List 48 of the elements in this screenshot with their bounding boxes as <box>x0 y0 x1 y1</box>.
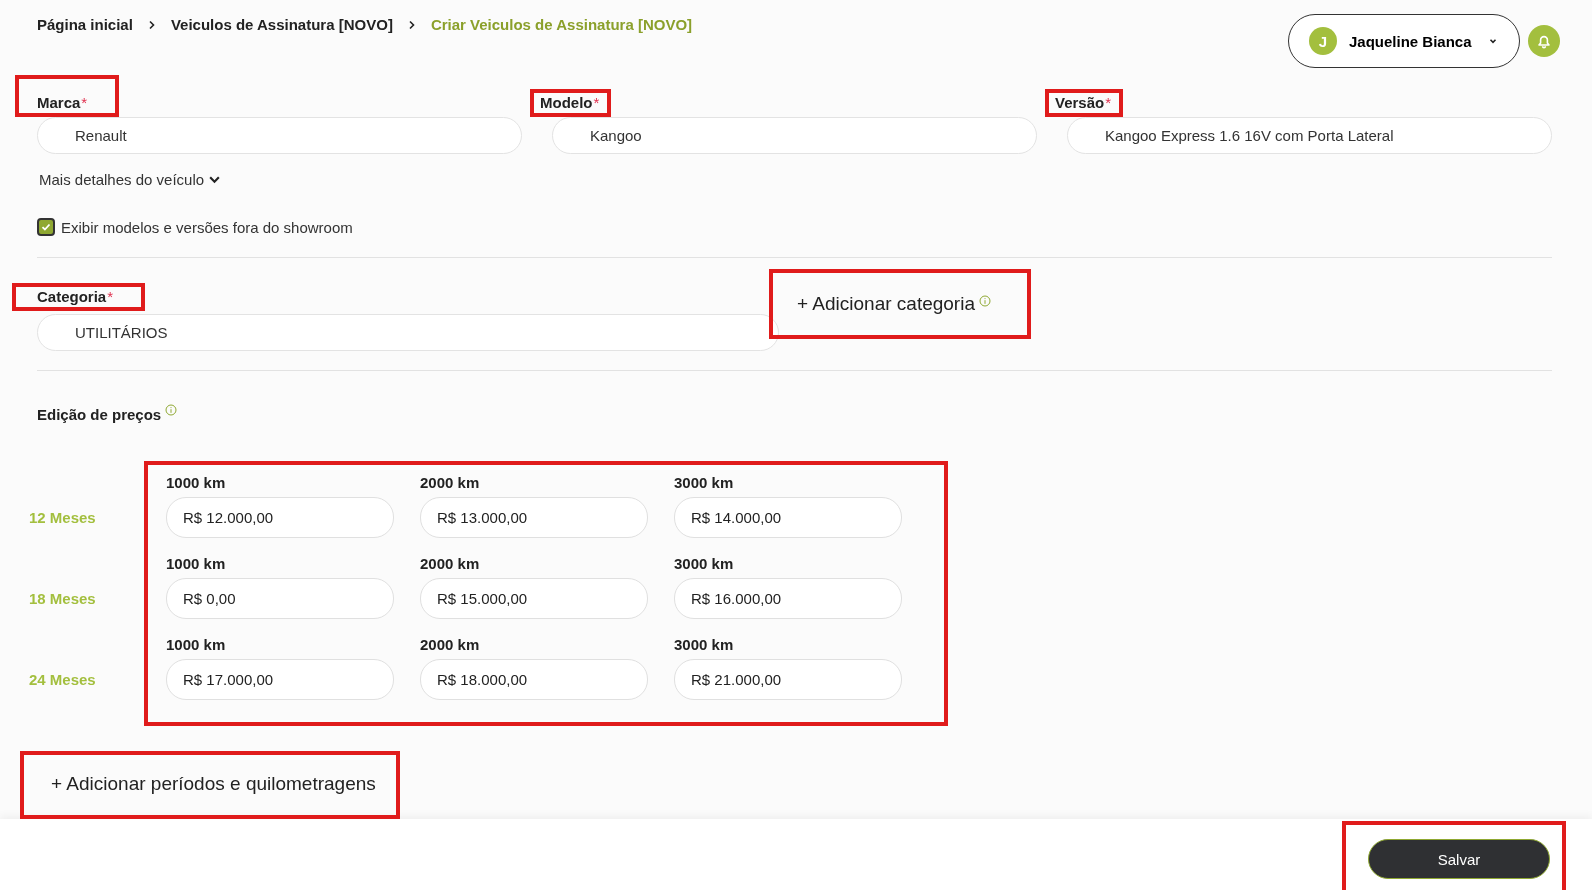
mileage-label: 2000 km <box>420 635 481 655</box>
price-input[interactable]: R$ 18.000,00 <box>420 659 648 700</box>
select-field[interactable]: Kangoo Express 1.6 16V com Porta Lateral <box>1067 117 1552 154</box>
price-input[interactable]: R$ 13.000,00 <box>420 497 648 538</box>
required-asterisk: * <box>593 94 600 111</box>
price-input[interactable]: R$ 16.000,00 <box>674 578 902 619</box>
field-label: Modelo* <box>540 93 600 113</box>
save-button[interactable]: Salvar <box>1368 839 1550 879</box>
mileage-label: 1000 km <box>166 554 227 574</box>
price-input[interactable]: R$ 14.000,00 <box>674 497 902 538</box>
add-category-button[interactable]: + Adicionar categoria <box>797 293 975 315</box>
period-label: 12 Meses <box>29 509 96 526</box>
checkbox[interactable] <box>37 218 55 236</box>
period-label: 18 Meses <box>29 590 96 607</box>
price-input[interactable]: R$ 21.000,00 <box>674 659 902 700</box>
select-field[interactable]: UTILITÁRIOS <box>37 314 779 351</box>
mileage-label: 1000 km <box>166 635 227 655</box>
avatar-initial: J <box>1309 27 1337 55</box>
info-icon <box>165 404 178 416</box>
bell-icon <box>1536 33 1552 49</box>
add-periods-button[interactable]: + Adicionar períodos e quilometragens <box>51 773 376 795</box>
field-label: Versão* <box>1055 93 1112 113</box>
mileage-label: 3000 km <box>674 473 735 493</box>
section-title: Edição de preços <box>37 406 162 423</box>
required-asterisk: * <box>81 94 88 111</box>
breadcrumb-link[interactable]: Página inicial <box>37 16 133 33</box>
field-label: Marca* <box>37 93 88 113</box>
required-asterisk: * <box>1105 94 1112 111</box>
period-label: 24 Meses <box>29 671 96 688</box>
checkmark-icon <box>40 221 52 233</box>
select-field[interactable]: Kangoo <box>552 117 1037 154</box>
info-icon <box>979 295 991 307</box>
required-asterisk: * <box>107 288 114 305</box>
select-field[interactable]: Renault <box>37 117 522 154</box>
price-input[interactable]: R$ 17.000,00 <box>166 659 394 700</box>
mileage-label: 3000 km <box>674 554 735 574</box>
price-input[interactable]: R$ 15.000,00 <box>420 578 648 619</box>
breadcrumb-link[interactable]: Veiculos de Assinatura [NOVO] <box>170 16 393 33</box>
mileage-label: 3000 km <box>674 635 735 655</box>
mileage-label: 1000 km <box>166 473 227 493</box>
field-label: Categoria* <box>37 287 114 307</box>
user-menu-button[interactable]: J Jaqueline Bianca <box>1288 14 1520 68</box>
mileage-label: 2000 km <box>420 554 481 574</box>
price-input[interactable]: R$ 0,00 <box>166 578 394 619</box>
checkbox-label: Exibir modelos e versões fora do showroom <box>61 218 353 236</box>
price-input[interactable]: R$ 12.000,00 <box>166 497 394 538</box>
mileage-label: 2000 km <box>420 473 481 493</box>
details-toggle[interactable]: Mais detalhes do veículo <box>39 171 222 188</box>
